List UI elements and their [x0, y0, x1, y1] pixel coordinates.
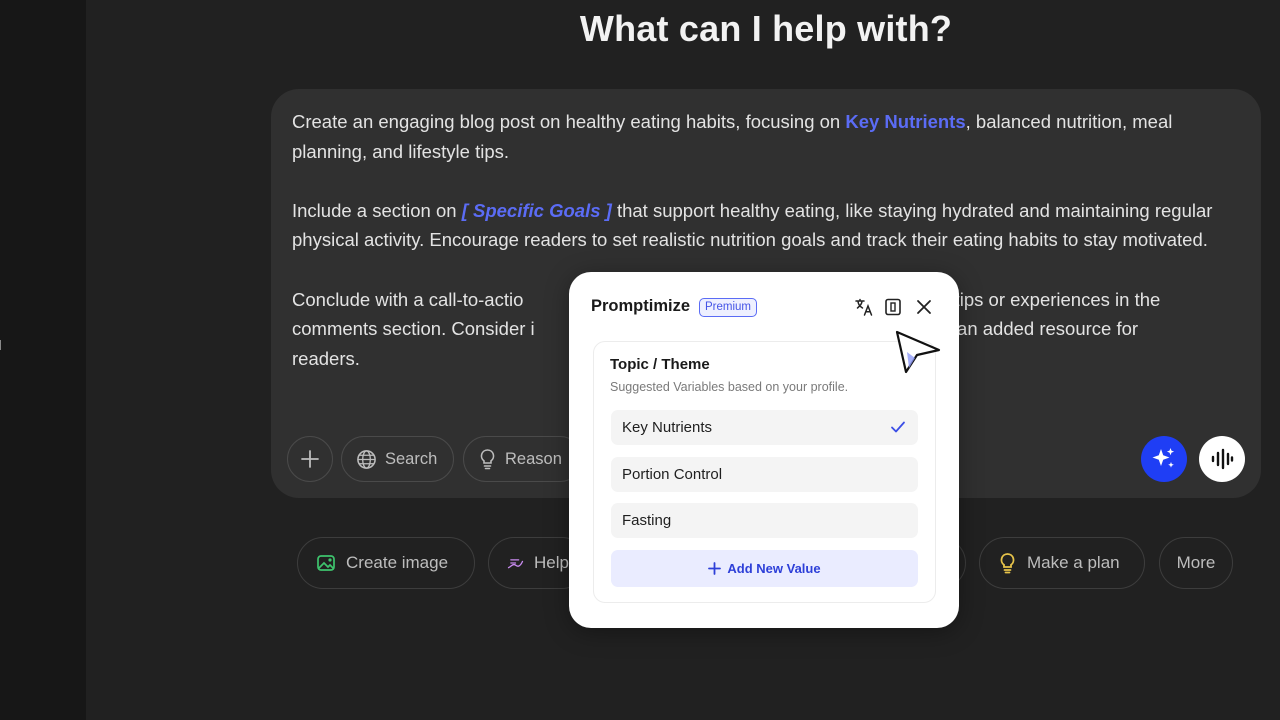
option-portion-control[interactable]: Portion Control — [611, 457, 918, 492]
promptimize-popup: Promptimize Premium Topic / Theme Sugges… — [569, 272, 959, 628]
sidebar-edge-marker — [0, 340, 4, 350]
help-label: Help — [534, 553, 569, 572]
panel-icon[interactable] — [882, 296, 904, 318]
popup-title: Promptimize — [591, 297, 691, 315]
promptimize-sparkle-button[interactable] — [1141, 436, 1187, 482]
add-new-value-label: Add New Value — [727, 561, 821, 576]
prompt-text-segment: Conclude with a call-to-actio — [292, 288, 524, 310]
reason-button[interactable]: Reason — [463, 436, 583, 482]
translate-icon[interactable] — [853, 296, 875, 318]
add-new-value-button[interactable]: Add New Value — [611, 550, 918, 587]
prompt-text-segment: readers. — [292, 347, 360, 369]
lightbulb-icon — [480, 449, 495, 470]
create-image-suggestion[interactable]: Create image — [297, 537, 475, 589]
card-title: Topic / Theme — [610, 356, 710, 373]
search-button-label: Search — [385, 449, 438, 468]
more-label: More — [1176, 553, 1216, 572]
sidebar — [0, 0, 86, 720]
check-icon — [891, 421, 905, 433]
option-label: Key Nutrients — [622, 419, 713, 436]
prompt-text-segment: comments section. Consider i — [292, 318, 535, 340]
more-suggestions-button[interactable]: More — [1159, 537, 1233, 589]
plus-icon — [708, 562, 722, 575]
search-button[interactable]: Search — [341, 436, 454, 482]
prompt-paragraph-2: Include a section on [ Specific Goals ] … — [292, 196, 1252, 255]
card-subtitle: Suggested Variables based on your profil… — [610, 380, 849, 394]
close-icon[interactable] — [913, 296, 935, 318]
voice-waveform-icon — [1211, 448, 1234, 470]
cursor-icon — [895, 330, 941, 374]
make-a-plan-label: Make a plan — [1027, 553, 1120, 572]
sparkle-icon — [1152, 448, 1175, 468]
make-a-plan-suggestion[interactable]: Make a plan — [979, 537, 1145, 589]
option-label: Portion Control — [622, 466, 723, 483]
add-attachment-button[interactable] — [287, 436, 333, 482]
page-title: What can I help with? — [579, 8, 953, 49]
prompt-text-segment: Include a section on — [292, 199, 462, 221]
option-fasting[interactable]: Fasting — [611, 503, 918, 538]
prompt-paragraph-1: Create an engaging blog post on healthy … — [292, 107, 1252, 166]
prompt-text-segment: Create an engaging blog post on healthy … — [292, 111, 846, 132]
plus-icon — [301, 450, 319, 468]
lightbulb-icon — [1000, 553, 1015, 574]
globe-icon — [357, 449, 376, 469]
pen-icon — [507, 559, 524, 569]
option-label: Fasting — [622, 512, 672, 529]
option-key-nutrients[interactable]: Key Nutrients — [611, 410, 918, 445]
variable-key-nutrients[interactable]: Key Nutrients — [845, 111, 965, 132]
variable-specific-goals[interactable]: [ Specific Goals ] — [462, 200, 612, 221]
reason-button-label: Reason — [505, 449, 562, 468]
create-image-label: Create image — [346, 553, 449, 572]
prompt-text-segment: s an added resource for — [942, 318, 1139, 340]
premium-badge: Premium — [699, 298, 758, 317]
voice-mode-button[interactable] — [1199, 436, 1245, 482]
variable-card: Topic / Theme Suggested Variables based … — [593, 341, 936, 603]
image-icon — [317, 555, 335, 571]
